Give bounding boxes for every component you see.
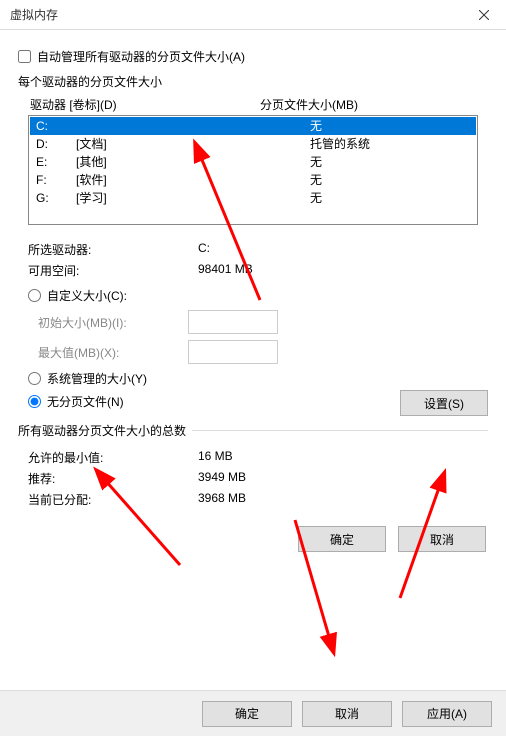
close-button[interactable] xyxy=(461,0,506,30)
per-drive-title: 每个驱动器的分页文件大小 xyxy=(18,73,488,90)
drive-label: [文档] xyxy=(76,135,286,153)
free-space-row: 可用空间: 98401 MB xyxy=(28,260,488,281)
drive-letter: E: xyxy=(36,153,76,171)
per-drive-group: 每个驱动器的分页文件大小 驱动器 [卷标](D) 分页文件大小(MB) C:无D… xyxy=(18,73,488,416)
drive-letter: C: xyxy=(36,117,76,135)
outer-dialog-buttons: 确定 取消 应用(A) xyxy=(0,690,506,736)
max-size-field[interactable] xyxy=(188,340,278,364)
outer-cancel-button[interactable]: 取消 xyxy=(302,701,392,727)
selected-drive-row: 所选驱动器: C: xyxy=(28,239,488,260)
titlebar: 虚拟内存 xyxy=(0,0,506,30)
free-space-label: 可用空间: xyxy=(28,262,198,279)
drive-label: [其他] xyxy=(76,153,286,171)
no-paging-label: 无分页文件(N) xyxy=(47,393,124,410)
window-title: 虚拟内存 xyxy=(10,6,58,23)
max-size-row: 最大值(MB)(X): xyxy=(28,340,488,364)
free-space-value: 98401 MB xyxy=(198,262,488,279)
selected-drive-value: C: xyxy=(198,241,488,258)
outer-ok-button[interactable]: 确定 xyxy=(202,701,292,727)
rec-label: 推荐: xyxy=(28,470,198,487)
drive-size: 托管的系统 xyxy=(286,135,470,153)
system-managed-radio[interactable]: 系统管理的大小(Y) xyxy=(28,370,488,387)
inner-cancel-button[interactable]: 取消 xyxy=(398,526,486,552)
drive-size: 无 xyxy=(286,153,470,171)
drive-row[interactable]: F:[软件]无 xyxy=(30,171,476,189)
drive-row[interactable]: C: 无 xyxy=(30,117,476,135)
totals-group: 所有驱动器分页文件大小的总数 允许的最小值: 16 MB 推荐: 3949 MB… xyxy=(18,430,488,520)
cur-label: 当前已分配: xyxy=(28,491,198,508)
min-row: 允许的最小值: 16 MB xyxy=(28,447,488,468)
drive-label xyxy=(76,117,286,135)
drive-letter: F: xyxy=(36,171,76,189)
system-managed-label: 系统管理的大小(Y) xyxy=(47,370,147,387)
selected-drive-label: 所选驱动器: xyxy=(28,241,198,258)
cur-row: 当前已分配: 3968 MB xyxy=(28,489,488,510)
set-button[interactable]: 设置(S) xyxy=(400,390,488,416)
initial-size-field[interactable] xyxy=(188,310,278,334)
drive-size: 无 xyxy=(286,171,470,189)
min-label: 允许的最小值: xyxy=(28,449,198,466)
initial-size-row: 初始大小(MB)(I): xyxy=(28,310,488,334)
cur-value: 3968 MB xyxy=(198,491,488,508)
auto-manage-label: 自动管理所有驱动器的分页文件大小(A) xyxy=(37,48,245,65)
initial-size-label: 初始大小(MB)(I): xyxy=(38,314,188,331)
drive-row[interactable]: D:[文档]托管的系统 xyxy=(30,135,476,153)
drive-size: 无 xyxy=(286,189,470,207)
min-value: 16 MB xyxy=(198,449,488,466)
max-size-label: 最大值(MB)(X): xyxy=(38,344,188,361)
drive-row[interactable]: G:[学习]无 xyxy=(30,189,476,207)
drive-list[interactable]: C:无D:[文档]托管的系统E:[其他]无F:[软件]无G:[学习]无 xyxy=(28,115,478,225)
auto-manage-checkbox[interactable]: 自动管理所有驱动器的分页文件大小(A) xyxy=(18,48,488,65)
system-managed-input[interactable] xyxy=(28,372,41,385)
custom-size-label: 自定义大小(C): xyxy=(47,287,127,304)
header-drive: 驱动器 [卷标](D) xyxy=(30,96,260,113)
inner-dialog-buttons: 确定 取消 xyxy=(18,520,488,566)
drive-letter: G: xyxy=(36,189,76,207)
drive-letter: D: xyxy=(36,135,76,153)
close-icon xyxy=(479,10,489,20)
drive-list-header: 驱动器 [卷标](D) 分页文件大小(MB) xyxy=(28,96,488,115)
auto-manage-input[interactable] xyxy=(18,50,31,63)
totals-title: 所有驱动器分页文件大小的总数 xyxy=(18,422,192,439)
no-paging-input[interactable] xyxy=(28,395,41,408)
drive-label: [学习] xyxy=(76,189,286,207)
rec-value: 3949 MB xyxy=(198,470,488,487)
header-size: 分页文件大小(MB) xyxy=(260,96,486,113)
drive-row[interactable]: E:[其他]无 xyxy=(30,153,476,171)
rec-row: 推荐: 3949 MB xyxy=(28,468,488,489)
inner-ok-button[interactable]: 确定 xyxy=(298,526,386,552)
outer-apply-button[interactable]: 应用(A) xyxy=(402,701,492,727)
drive-size: 无 xyxy=(286,117,470,135)
custom-size-radio[interactable]: 自定义大小(C): xyxy=(28,287,488,304)
drive-label: [软件] xyxy=(76,171,286,189)
custom-size-input[interactable] xyxy=(28,289,41,302)
